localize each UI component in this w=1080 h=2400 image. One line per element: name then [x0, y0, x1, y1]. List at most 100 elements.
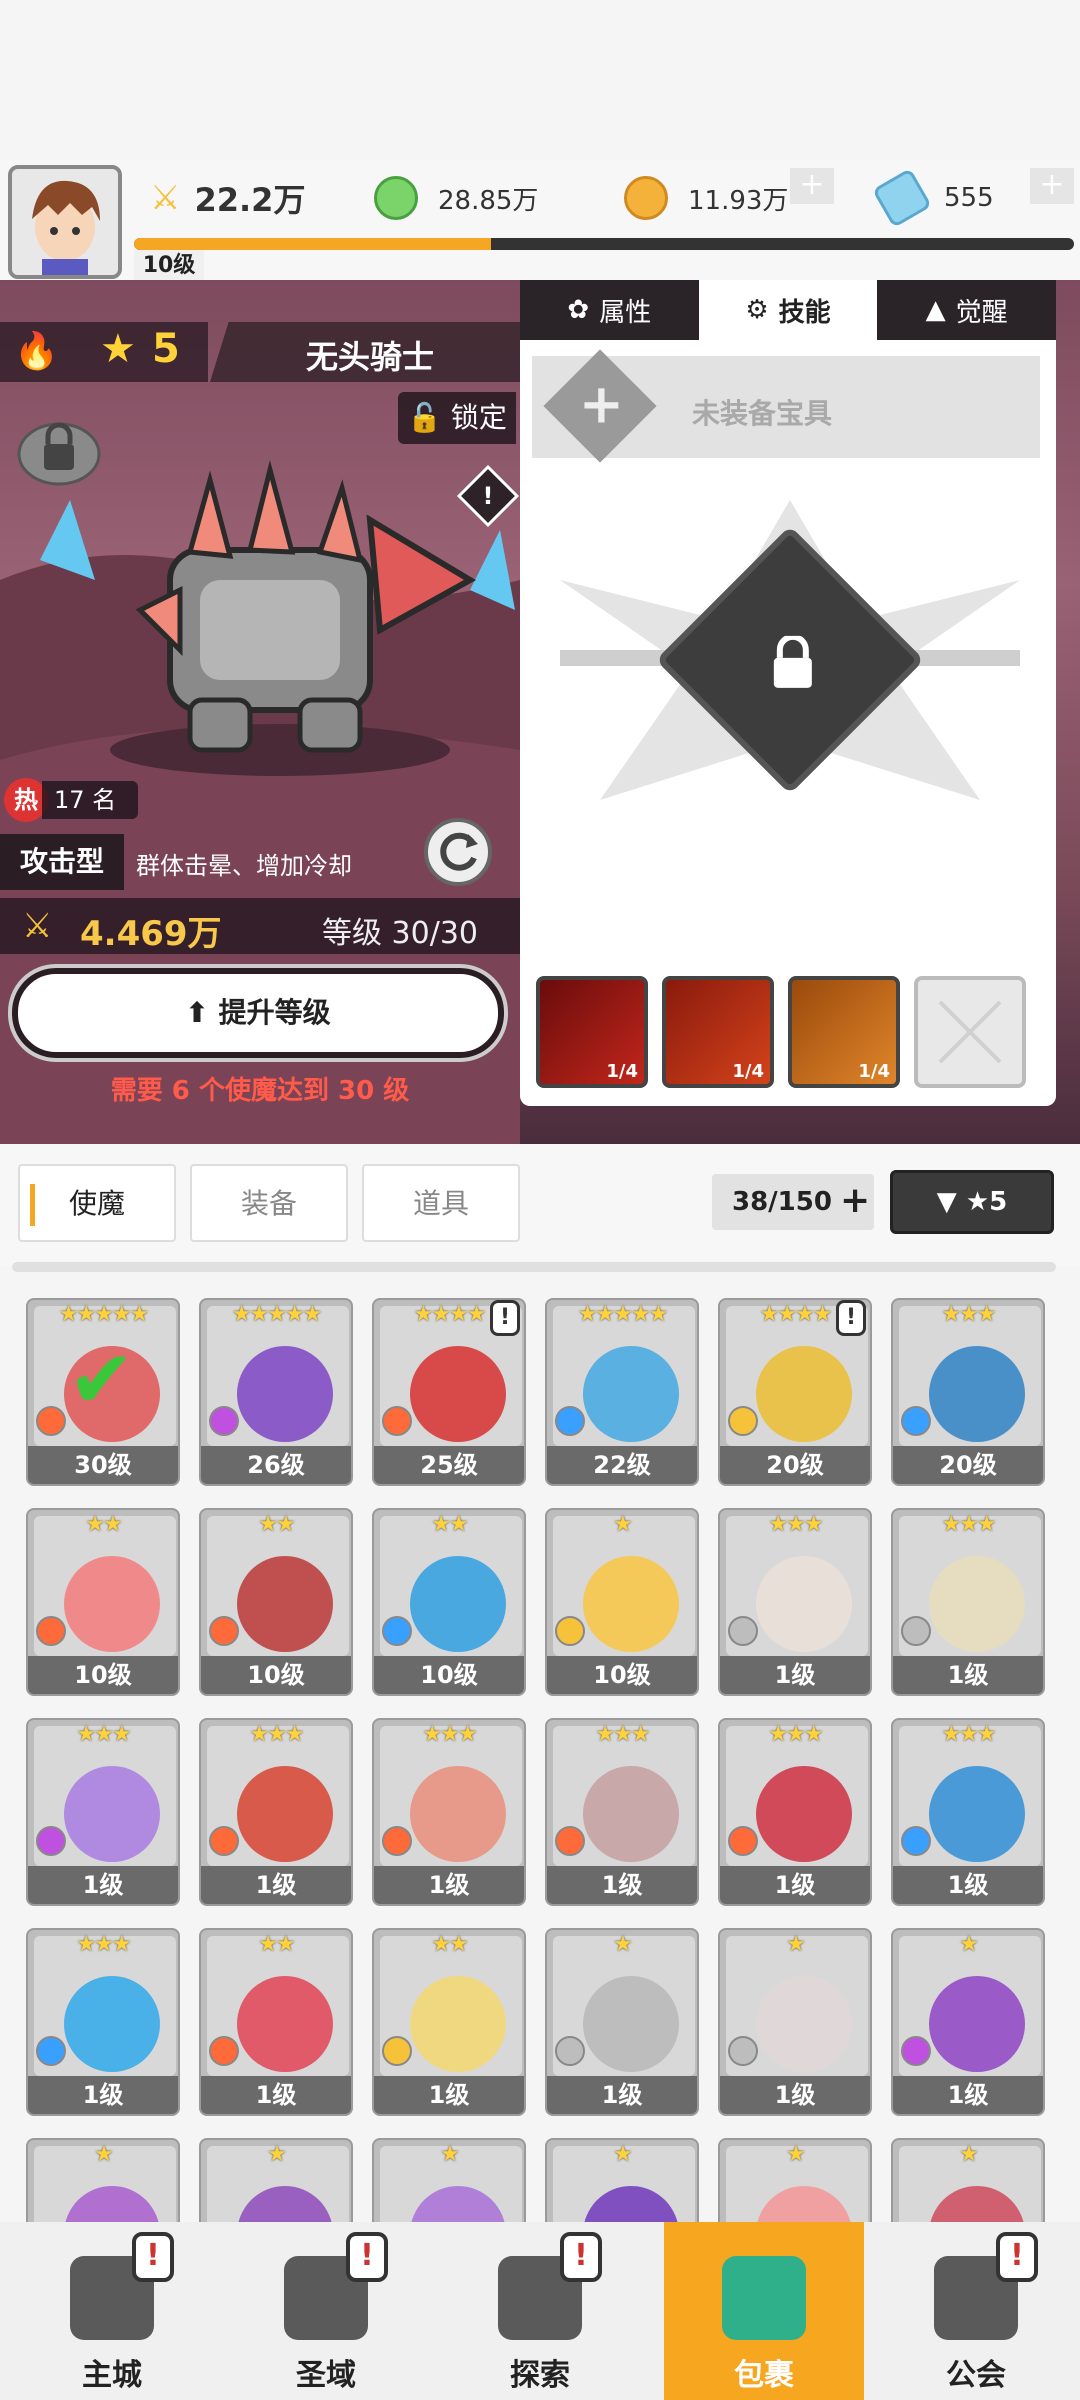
fire-element-icon [382, 1826, 412, 1856]
familiar-portrait-art [64, 1556, 160, 1652]
alert-icon: ! [490, 1300, 520, 1336]
nav-label: 公会 [946, 2358, 1006, 2393]
tab-awaken[interactable]: ▲ 觉醒 [877, 280, 1056, 340]
star-icon: ★ [100, 326, 136, 372]
star-filter-button[interactable]: ▼ ★5 [890, 1170, 1054, 1234]
water-element-icon [36, 2036, 66, 2066]
nav-bag[interactable]: 包裹 [664, 2222, 864, 2400]
familiar-card[interactable]: ★★ 1级 [372, 1928, 526, 2116]
star-rating: ★★★ [941, 1512, 996, 1537]
star-rating: ★★ [258, 1932, 295, 1957]
familiar-card[interactable]: ★★★ 1级 [891, 1718, 1045, 1906]
familiar-card[interactable]: ★★ 10级 [26, 1508, 180, 1696]
star-rating: ★★★ [768, 1512, 823, 1537]
familiar-card[interactable]: ★★★ 1级 [26, 1928, 180, 2116]
tab-equipment[interactable]: 装备 [190, 1164, 348, 1242]
fire-element-icon [555, 1826, 585, 1856]
familiar-card[interactable]: ★★ 10级 [372, 1508, 526, 1696]
hero-power: 4.469万 [80, 914, 222, 954]
metal-element-icon [901, 1616, 931, 1646]
hero-power-row: ⚔ 4.469万 等级 30/30 [0, 898, 520, 954]
fire-element-icon [36, 1406, 66, 1436]
star-rating: ★★★ [941, 1722, 996, 1747]
familiar-card[interactable]: ★ 1级 [718, 1928, 872, 2116]
familiar-card[interactable]: ★★★ 1级 [545, 1718, 699, 1906]
treasure-label: 未装备宝具 [692, 397, 833, 430]
nav-sword[interactable]: 探索! [440, 2222, 640, 2400]
skill-slot-2[interactable]: 1/4 [662, 976, 774, 1088]
familiar-card[interactable]: ★ 10级 [545, 1508, 699, 1696]
skill-icon-row: 1/4 1/4 1/4 [536, 976, 1040, 1096]
star-rating: ★★★ [76, 1932, 131, 1957]
familiar-card[interactable]: ★★★★! 20级 [718, 1298, 872, 1486]
fire-element-icon: 🔥 [14, 331, 59, 372]
familiar-level: 1级 [547, 1866, 697, 1904]
familiar-card[interactable]: ★ [891, 2138, 1045, 2222]
upgrade-level-button[interactable]: ⬆ 提升等级 [8, 964, 508, 1062]
familiar-card[interactable]: ★★★ 1级 [372, 1718, 526, 1906]
tab-familiars[interactable]: 使魔 [18, 1164, 176, 1242]
metal-element-icon [728, 2036, 758, 2066]
star-rating: ★★★★★ [231, 1302, 323, 1327]
water-element-icon [382, 1616, 412, 1646]
nav-guild[interactable]: 公会! [876, 2222, 1076, 2400]
familiar-card[interactable]: ★★★ 20级 [891, 1298, 1045, 1486]
expand-capacity-button[interactable]: + [840, 1180, 870, 1221]
familiar-portrait-art [583, 1346, 679, 1442]
familiar-card[interactable]: ★★ 1级 [199, 1928, 353, 2116]
gold-add-button[interactable]: + [790, 168, 834, 204]
familiar-card[interactable]: ★★★★! 25级 [372, 1298, 526, 1486]
familiar-card[interactable]: ★★★ 1级 [718, 1508, 872, 1696]
nav-label: 圣域 [296, 2358, 356, 2393]
familiar-card[interactable]: ★ [718, 2138, 872, 2222]
crystal-add-button[interactable]: + [1030, 168, 1074, 204]
familiar-card[interactable]: ★ [26, 2138, 180, 2222]
familiar-portrait-art [64, 1976, 160, 2072]
alert-icon: ! [996, 2232, 1038, 2282]
skill-slot-1[interactable]: 1/4 [536, 976, 648, 1088]
familiar-portrait-art [756, 2186, 852, 2222]
rank-text: 17 名 [42, 781, 139, 819]
nav-castle[interactable]: 主城! [12, 2222, 212, 2400]
familiar-card[interactable]: ★★★ 1级 [718, 1718, 872, 1906]
hero-type: 攻击型 [0, 834, 124, 890]
familiar-level: 1级 [374, 2076, 524, 2114]
familiar-card[interactable]: ★★★★★ ✔ 30级 [26, 1298, 180, 1486]
tab-skills[interactable]: ⚙ 技能 [698, 280, 878, 340]
familiar-card[interactable]: ★★★ 1级 [26, 1718, 180, 1906]
crossed-swords-icon: ⚔ [150, 178, 181, 218]
player-avatar[interactable] [8, 165, 122, 279]
star-rating: ★★★ [941, 1302, 996, 1327]
familiar-level: 25级 [374, 1446, 524, 1484]
alert-icon: ! [560, 2232, 602, 2282]
tab-items[interactable]: 道具 [362, 1164, 520, 1242]
familiar-level: 10级 [547, 1656, 697, 1694]
metal-element-icon [728, 1616, 758, 1646]
familiar-card[interactable]: ★ [372, 2138, 526, 2222]
familiar-card[interactable]: ★★★ 1级 [199, 1718, 353, 1906]
familiar-card[interactable]: ★★★ 1级 [891, 1508, 1045, 1696]
refresh-icon[interactable] [424, 818, 492, 886]
familiar-portrait-art [929, 1766, 1025, 1862]
familiar-level: 1级 [720, 2076, 870, 2114]
nav-vortex[interactable]: 圣域! [226, 2222, 426, 2400]
blue-crystal-icon [871, 167, 933, 229]
familiar-card[interactable]: ★ [199, 2138, 353, 2222]
familiar-card[interactable]: ★ [545, 2138, 699, 2222]
familiar-portrait-art [929, 1976, 1025, 2072]
familiar-card[interactable]: ★★★★★ 22级 [545, 1298, 699, 1486]
familiar-portrait-art [410, 1346, 506, 1442]
skill-slot-3[interactable]: 1/4 [788, 976, 900, 1088]
familiar-portrait-art [756, 1556, 852, 1652]
metal-element-icon [555, 2036, 585, 2066]
skill-icon: ⚙ [745, 295, 769, 325]
familiar-portrait-art [929, 1556, 1025, 1652]
familiar-card[interactable]: ★ 1级 [891, 1928, 1045, 2116]
lock-button[interactable]: 🔓 锁定 [398, 392, 516, 444]
familiar-portrait-art [237, 1556, 333, 1652]
tab-attributes[interactable]: ✿ 属性 [520, 280, 699, 340]
empty-slot-icon [938, 1000, 1002, 1064]
familiar-card[interactable]: ★★ 10级 [199, 1508, 353, 1696]
familiar-card[interactable]: ★ 1级 [545, 1928, 699, 2116]
familiar-card[interactable]: ★★★★★ 26级 [199, 1298, 353, 1486]
